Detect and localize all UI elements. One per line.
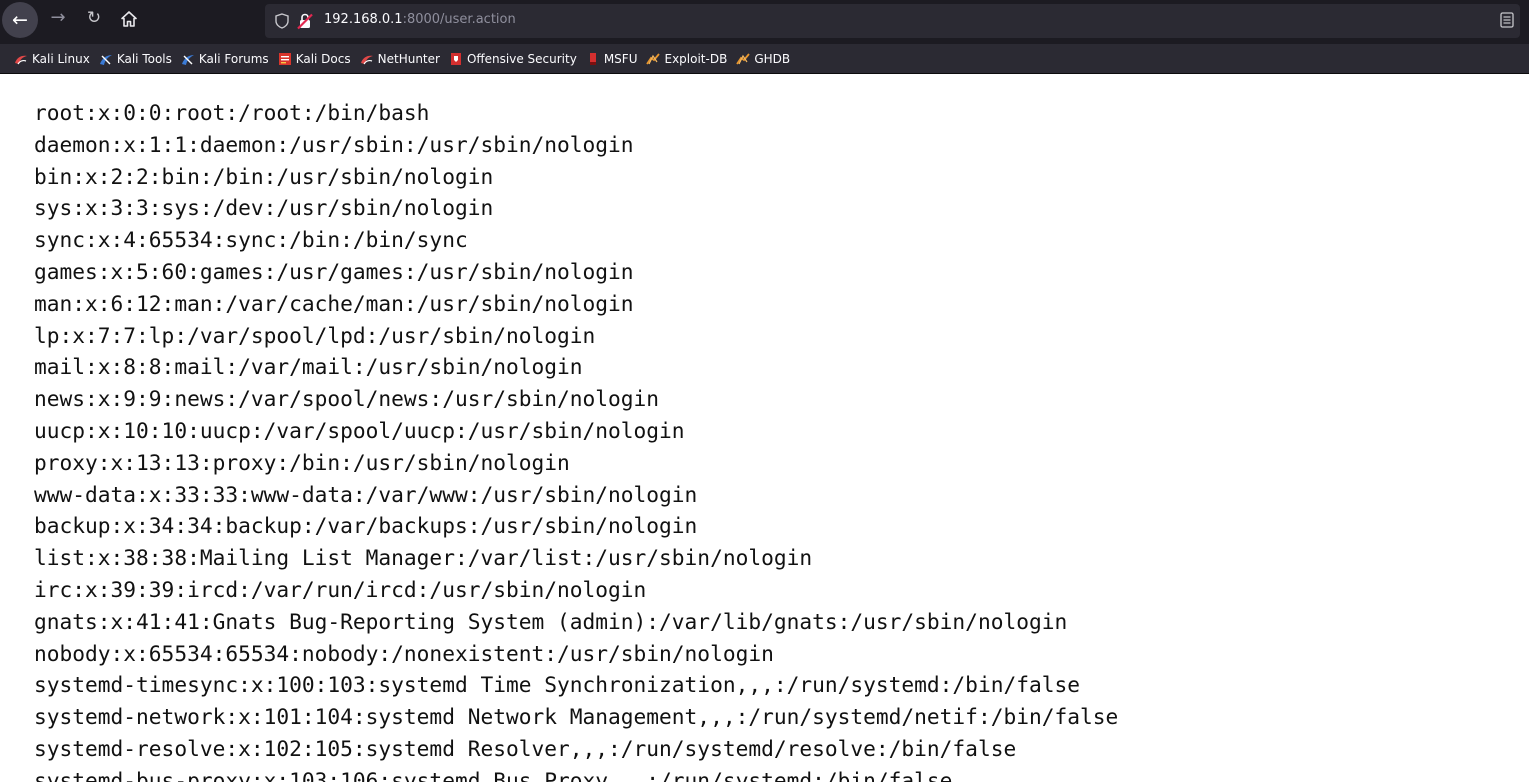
reload-button[interactable]: ↻: [84, 8, 104, 28]
bookmark-exploit-db[interactable]: Exploit-DB: [646, 52, 727, 66]
kali-forums-icon: [181, 54, 194, 65]
bookmark-label: Kali Forums: [198, 51, 269, 66]
page-content: root:x:0:0:root:/root:/bin/bash daemon:x…: [0, 75, 1529, 782]
bookmark-kali-forums[interactable]: Kali Forums: [181, 52, 269, 66]
text-line: proxy:x:13:13:proxy:/bin:/usr/sbin/nolog…: [34, 449, 570, 475]
text-line: nobody:x:65534:65534:nobody:/nonexistent…: [34, 640, 774, 666]
kali-tools-icon: [99, 54, 112, 65]
bookmark-label: Kali Tools: [116, 51, 172, 66]
url-text[interactable]: 192.168.0.1:8000/user.action: [324, 12, 516, 27]
kali-docs-icon: [278, 52, 291, 65]
text-line: list:x:38:38:Mailing List Manager:/var/l…: [34, 545, 813, 571]
text-line: games:x:5:60:games:/usr/games:/usr/sbin/…: [34, 258, 634, 284]
bookmark-offensive-security[interactable]: Offensive Security: [449, 52, 577, 66]
bookmark-ghdb[interactable]: GHDB: [736, 52, 790, 66]
bookmark-label: GHDB: [754, 51, 791, 66]
text-line: uucp:x:10:10:uucp:/var/spool/uucp:/usr/s…: [34, 417, 685, 443]
bookmarks-toolbar: Kali Linux Kali Tools Kali Forums Kali D…: [0, 44, 1529, 74]
text-line: sys:x:3:3:sys:/dev:/usr/sbin/nologin: [34, 195, 494, 221]
forward-button[interactable]: →: [48, 8, 68, 28]
bookmark-label: Exploit-DB: [664, 51, 728, 66]
reader-view-icon[interactable]: [1500, 12, 1514, 28]
navigation-toolbar: ← → ↻ 192.168.0.1:8000/user.action: [0, 0, 1529, 44]
back-arrow-icon: ←: [12, 8, 28, 31]
bookmark-nethunter[interactable]: NetHunter: [360, 52, 440, 66]
text-line: daemon:x:1:1:daemon:/usr/sbin:/usr/sbin/…: [34, 131, 634, 157]
bookmark-label: Offensive Security: [466, 51, 577, 66]
text-line: irc:x:39:39:ircd:/var/run/ircd:/usr/sbin…: [34, 576, 647, 602]
text-line: sync:x:4:65534:sync:/bin:/bin/sync: [34, 227, 468, 253]
bookmark-label: NetHunter: [377, 51, 440, 66]
browser-window: ← → ↻ 192.168.0.1:8000/user.action Kali …: [0, 0, 1529, 782]
bookmark-label: MSFU: [603, 51, 638, 66]
msfu-icon: [589, 52, 596, 65]
text-line: systemd-timesync:x:100:103:systemd Time …: [34, 672, 1080, 698]
back-button[interactable]: ←: [2, 2, 38, 38]
text-line: news:x:9:9:news:/var/spool/news:/usr/sbi…: [34, 386, 660, 412]
text-line: mail:x:8:8:mail:/var/mail:/usr/sbin/nolo…: [34, 354, 583, 380]
text-line: man:x:6:12:man:/var/cache/man:/usr/sbin/…: [34, 290, 634, 316]
text-line: systemd-resolve:x:102:105:systemd Resolv…: [34, 735, 1017, 761]
bookmark-kali-linux[interactable]: Kali Linux: [14, 52, 90, 66]
insecure-lock-icon[interactable]: [296, 12, 314, 30]
text-line: lp:x:7:7:lp:/var/spool/lpd:/usr/sbin/nol…: [34, 322, 596, 348]
bookmark-kali-docs[interactable]: Kali Docs: [278, 52, 351, 66]
exploit-db-icon: [646, 52, 661, 64]
text-line: backup:x:34:34:backup:/var/backups:/usr/…: [34, 513, 698, 539]
url-host: 192.168.0.1: [324, 12, 403, 27]
url-bar[interactable]: 192.168.0.1:8000/user.action: [265, 4, 1520, 38]
bookmark-msfu[interactable]: MSFU: [586, 51, 638, 66]
text-line: bin:x:2:2:bin:/bin:/usr/sbin/nologin: [34, 163, 494, 189]
text-line: systemd-network:x:101:104:systemd Networ…: [34, 704, 1119, 730]
home-icon: [121, 11, 137, 27]
url-path: :8000/user.action: [402, 12, 516, 27]
text-line: gnats:x:41:41:Gnats Bug-Reporting System…: [34, 608, 1068, 634]
bookmark-label: Kali Linux: [32, 51, 90, 66]
text-line: systemd-bus-proxy:x:103:106:systemd Bus …: [34, 767, 953, 782]
text-line: root:x:0:0:root:/root:/bin/bash: [34, 100, 430, 125]
forward-arrow-icon: →: [50, 7, 66, 28]
bookmark-kali-tools[interactable]: Kali Tools: [99, 52, 172, 66]
bookmark-label: Kali Docs: [295, 51, 351, 66]
shield-icon[interactable]: [273, 12, 291, 30]
kali-dragon-icon: [15, 55, 27, 64]
passwd-file-text: root:x:0:0:root:/root:/bin/bash daemon:x…: [34, 97, 1118, 782]
offsec-icon: [450, 52, 461, 65]
text-line: www-data:x:33:33:www-data:/var/www:/usr/…: [34, 481, 698, 507]
home-button[interactable]: [118, 8, 140, 30]
reload-icon: ↻: [86, 7, 102, 28]
ghdb-icon: [736, 52, 751, 64]
nethunter-icon: [360, 55, 373, 64]
